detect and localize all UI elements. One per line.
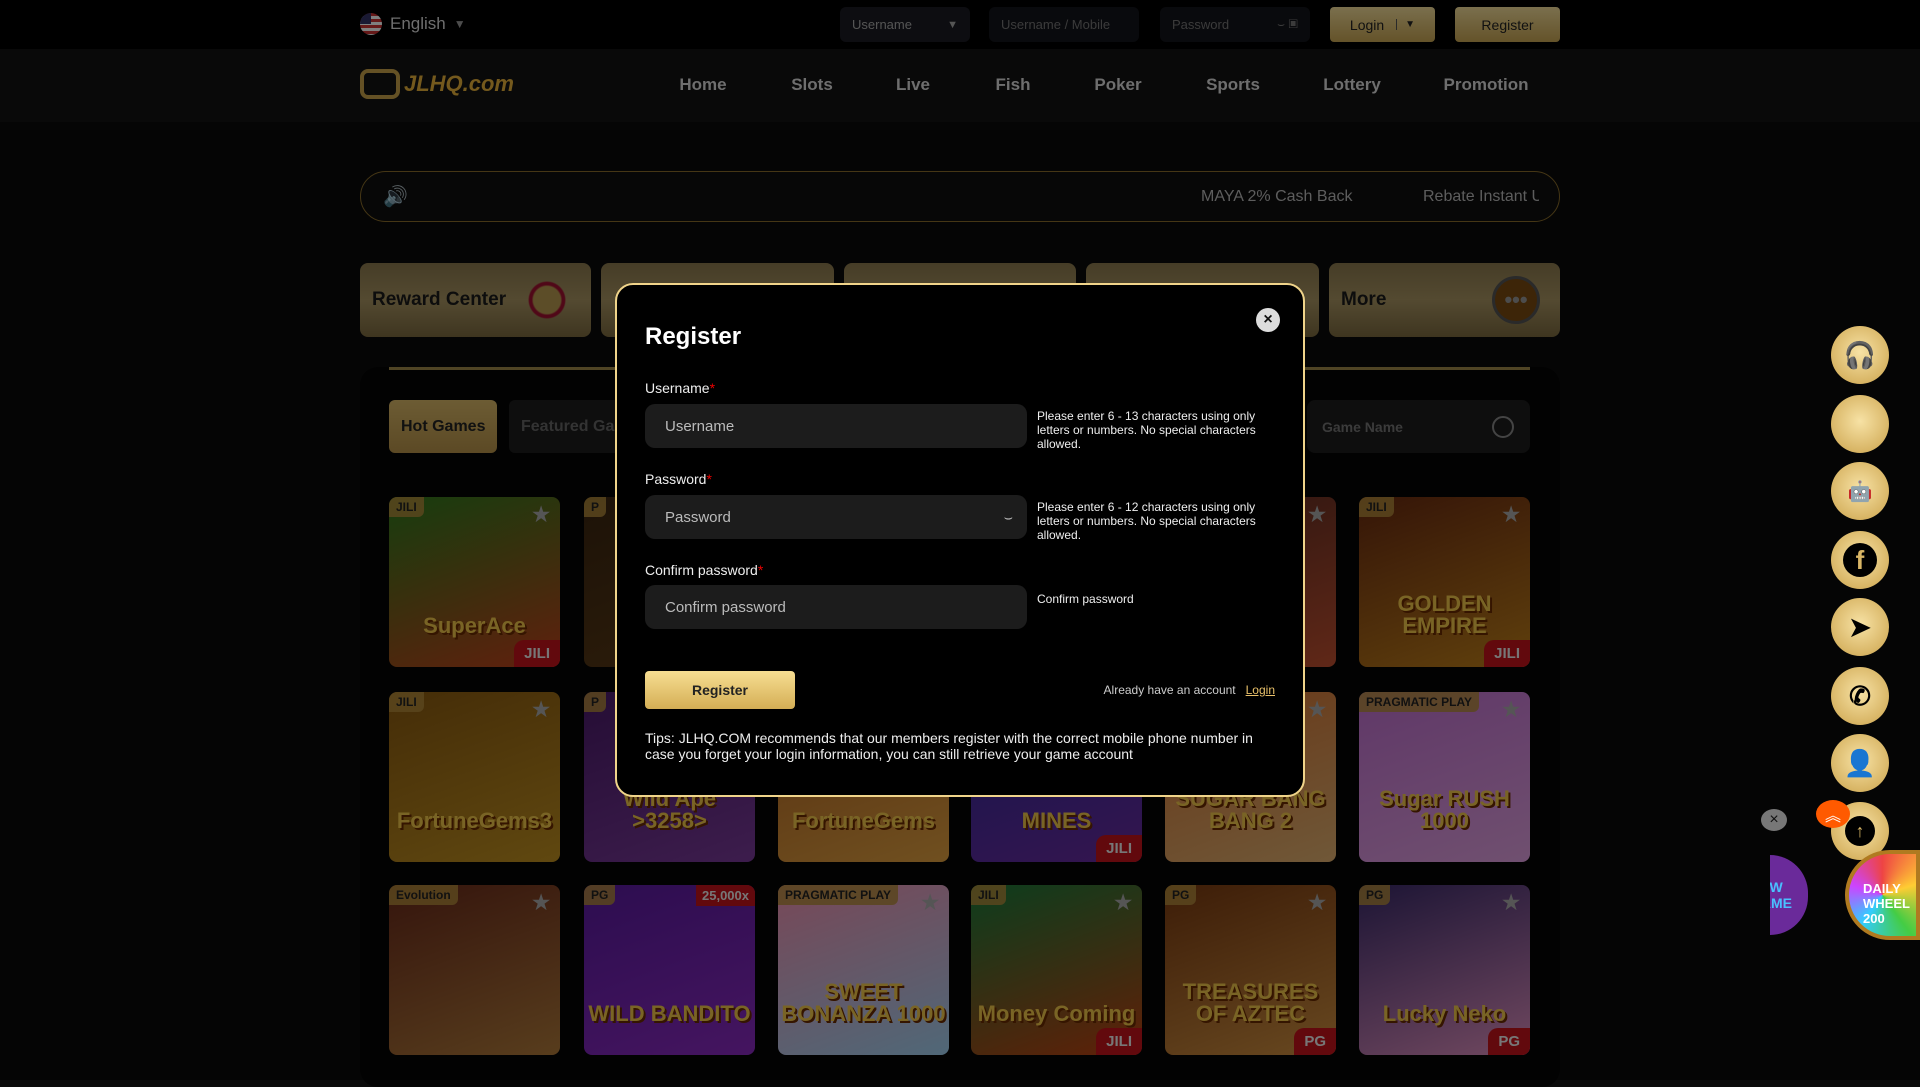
facebook-icon: f: [1843, 543, 1877, 577]
confirm-password-input[interactable]: Confirm password: [645, 585, 1027, 629]
ios-download-button[interactable]: [1831, 395, 1889, 453]
login-link[interactable]: Login: [1246, 683, 1275, 697]
telegram-button[interactable]: ➤: [1831, 598, 1889, 656]
whatsapp-button[interactable]: ✆: [1831, 667, 1889, 725]
register-submit-button[interactable]: Register: [645, 671, 795, 709]
register-username-input[interactable]: Username: [645, 404, 1027, 448]
confirm-password-hint: Confirm password: [1037, 592, 1134, 606]
register-modal: Register Username* Username Please enter…: [615, 283, 1305, 797]
agent-icon: 👤: [1843, 747, 1877, 778]
whatsapp-icon: ✆: [1849, 680, 1871, 711]
facebook-button[interactable]: f: [1831, 531, 1889, 589]
close-promo-button[interactable]: ×: [1761, 809, 1787, 831]
username-label: Username*: [645, 380, 716, 396]
password-hint: Please enter 6 - 12 characters using onl…: [1037, 500, 1256, 542]
scroll-up-chevron-icon[interactable]: ︽: [1816, 800, 1850, 828]
headset-icon: 🎧: [1843, 339, 1877, 370]
register-password-input[interactable]: Password ⌣: [645, 495, 1027, 539]
telegram-icon: ➤: [1849, 611, 1871, 642]
android-icon: 🤖: [1847, 480, 1873, 503]
eye-closed-icon[interactable]: ⌣: [1004, 509, 1013, 526]
tips-text: Tips: JLHQ.COM recommends that our membe…: [645, 730, 1253, 762]
customer-service-button[interactable]: 🎧: [1831, 326, 1889, 384]
already-have-account-text: Already have an account: [1103, 683, 1236, 697]
android-download-button[interactable]: 🤖: [1831, 462, 1889, 520]
agent-button[interactable]: 👤: [1831, 734, 1889, 792]
back-to-top-icon: ↑: [1845, 816, 1875, 846]
password-label: Password*: [645, 471, 712, 487]
close-modal-button[interactable]: ×: [1256, 308, 1280, 332]
modal-title: Register: [645, 323, 742, 350]
confirm-password-label: Confirm password*: [645, 562, 764, 578]
username-hint: Please enter 6 - 13 characters using onl…: [1037, 409, 1256, 451]
